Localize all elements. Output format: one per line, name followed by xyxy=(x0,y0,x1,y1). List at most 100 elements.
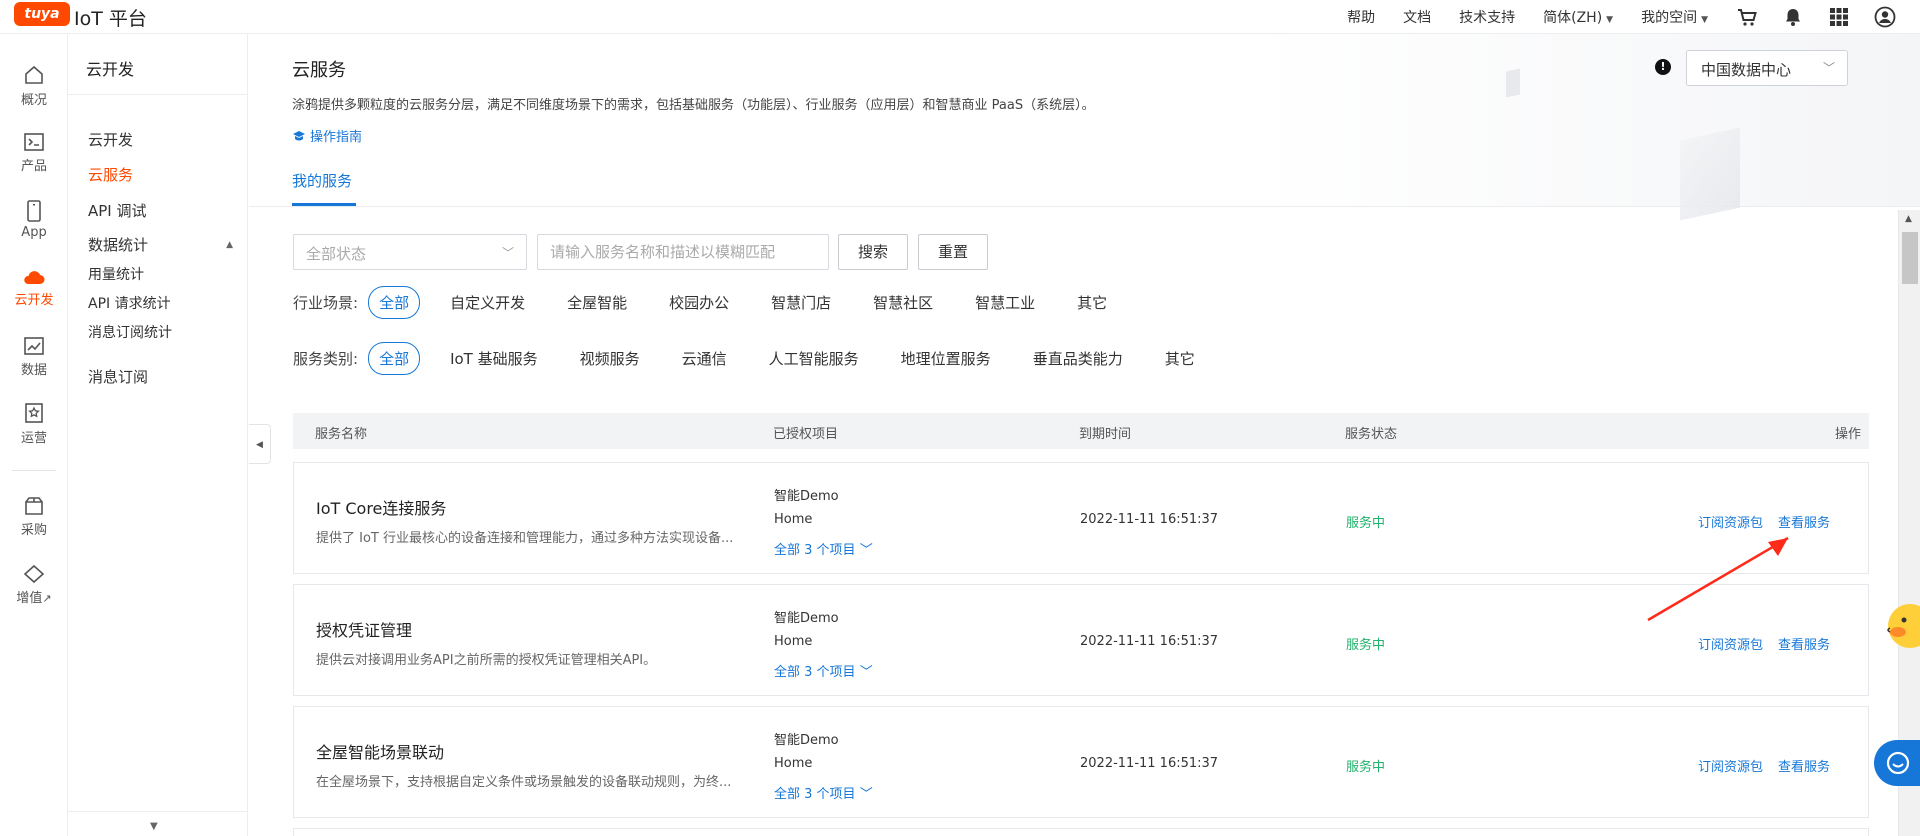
project-name: Home xyxy=(774,634,813,649)
sidebar-item-api-debug[interactable]: API 调试 xyxy=(88,200,147,221)
category-chip-all[interactable]: 全部 xyxy=(368,342,421,375)
sidebar-item-cloud-service[interactable]: 云服务 xyxy=(88,164,133,185)
chevron-down-icon: ﹀ xyxy=(859,543,873,558)
sidebar-group-data-stats[interactable]: 数据统计 xyxy=(88,234,148,255)
project-name: 智能Demo xyxy=(774,611,839,626)
apps-grid-icon[interactable] xyxy=(1828,6,1850,28)
rail-label: 产品 xyxy=(20,159,47,174)
status-badge: 服务中 xyxy=(1346,638,1386,653)
all-projects-toggle[interactable]: 全部 3 个项目 ﹀ xyxy=(774,539,873,558)
rail-item-product[interactable]: 产品 xyxy=(0,132,68,174)
scroll-up-arrow-icon[interactable]: ▲ xyxy=(1905,214,1912,224)
category-chip[interactable]: 视频服务 xyxy=(580,348,640,369)
expire-time: 2022-11-11 16:51:37 xyxy=(1080,756,1219,771)
service-description: 在全屋场景下，支持根据自定义条件或场景触发的设备联动规则，为终... xyxy=(316,775,732,790)
scene-chip[interactable]: 其它 xyxy=(1077,292,1107,313)
sidebar-divider xyxy=(68,94,248,95)
project-name: Home xyxy=(774,756,813,771)
subscribe-package-link[interactable]: 订阅资源包 xyxy=(1698,634,1763,653)
rail-item-data[interactable]: 数据 xyxy=(0,336,68,378)
category-chip[interactable]: 其它 xyxy=(1165,348,1195,369)
sidebar-item-usage-stats[interactable]: 用量统计 xyxy=(88,264,144,284)
top-nav: 帮助 文档 技术支持 简体(ZH) ▼ 我的空间 ▼ xyxy=(1347,0,1920,34)
view-service-link[interactable]: 查看服务 xyxy=(1778,634,1830,653)
mascot-duck-icon[interactable] xyxy=(1884,598,1920,652)
my-space-label: 我的空间 xyxy=(1641,10,1698,26)
service-description: 提供云对接调用业务API之前所需的授权凭证管理相关API。 xyxy=(316,653,657,668)
scene-chip[interactable]: 智慧社区 xyxy=(873,292,933,313)
status-badge: 服务中 xyxy=(1346,516,1386,531)
reset-button[interactable]: 重置 xyxy=(918,234,988,270)
diamond-icon xyxy=(23,564,45,584)
search-button[interactable]: 搜索 xyxy=(838,234,908,270)
nav-support[interactable]: 技术支持 xyxy=(1459,7,1515,27)
decor-shape xyxy=(1680,127,1740,221)
scene-chip[interactable]: 自定义开发 xyxy=(450,292,525,313)
rail-label: 运营 xyxy=(20,431,47,446)
column-header: 操作 xyxy=(1835,427,1862,442)
rail-item-cloud-dev[interactable]: 云开发 xyxy=(0,268,68,308)
sidebar-item-api-request-stats[interactable]: API 请求统计 xyxy=(88,293,171,313)
rail-item-app[interactable]: App xyxy=(0,200,68,240)
page-header: 云服务 涂鸦提供多颗粒度的云服务分层，满足不同维度场景下的需求，包括基础服务（功… xyxy=(249,34,1920,221)
service-name[interactable]: 授权凭证管理 xyxy=(316,617,412,641)
scene-chip[interactable]: 全屋智能 xyxy=(567,292,627,313)
chat-support-button[interactable] xyxy=(1874,740,1920,786)
all-projects-toggle[interactable]: 全部 3 个项目 ﹀ xyxy=(774,661,873,680)
sidebar-item-cloud-dev[interactable]: 云开发 xyxy=(88,129,133,150)
subscribe-package-link[interactable]: 订阅资源包 xyxy=(1698,756,1763,775)
all-projects-toggle[interactable]: 全部 3 个项目 ﹀ xyxy=(774,783,873,802)
column-header: 服务状态 xyxy=(1345,427,1398,442)
rail-item-overview[interactable]: 概况 xyxy=(0,64,68,108)
column-header: 已授权项目 xyxy=(773,427,839,442)
cart-icon[interactable] xyxy=(1736,6,1758,28)
category-chip[interactable]: 人工智能服务 xyxy=(769,348,859,369)
expire-time: 2022-11-11 16:51:37 xyxy=(1080,634,1219,649)
category-chip[interactable]: IoT 基础服务 xyxy=(450,348,538,369)
caret-up-icon[interactable]: ▲ xyxy=(226,240,233,250)
language-dropdown[interactable]: 简体(ZH) ▼ xyxy=(1543,7,1613,27)
bell-icon[interactable] xyxy=(1782,6,1804,28)
sidebar-item-message-sub-stats[interactable]: 消息订阅统计 xyxy=(88,322,172,342)
rail-item-purchase[interactable]: 采购 xyxy=(0,496,68,538)
service-name[interactable]: IoT Core连接服务 xyxy=(316,495,446,519)
status-select[interactable]: 全部状态 ﹀ xyxy=(293,234,527,270)
rail-item-value-added[interactable]: 增值↗ xyxy=(0,564,68,606)
search-input[interactable] xyxy=(537,234,829,270)
tab-my-services[interactable]: 我的服务 xyxy=(292,170,352,191)
category-chip[interactable]: 垂直品类能力 xyxy=(1033,348,1123,369)
badge-icon xyxy=(25,403,43,423)
status-select-placeholder: 全部状态 xyxy=(306,245,367,263)
info-icon[interactable]: ! xyxy=(1655,59,1671,75)
region-select[interactable]: 中国数据中心 ﹀ xyxy=(1686,50,1848,86)
my-space-dropdown[interactable]: 我的空间 ▼ xyxy=(1641,7,1708,27)
category-chip[interactable]: 云通信 xyxy=(682,348,727,369)
secondary-sidebar: 云开发 云开发 云服务 API 调试 数据统计 ▲ 用量统计 API 请求统计 … xyxy=(68,34,248,836)
home-icon xyxy=(25,65,43,84)
scrollbar-thumb[interactable] xyxy=(1902,232,1918,284)
platform-title[interactable]: IoT 平台 xyxy=(74,4,147,31)
main-content: 云服务 涂鸦提供多颗粒度的云服务分层，满足不同维度场景下的需求，包括基础服务（功… xyxy=(249,34,1920,836)
service-name[interactable]: 全屋智能场景联动 xyxy=(316,739,444,763)
nav-docs[interactable]: 文档 xyxy=(1403,7,1431,27)
top-header: tuya IoT 平台 帮助 文档 技术支持 简体(ZH) ▼ 我的空间 ▼ xyxy=(0,0,1920,34)
guide-link[interactable]: 操作指南 xyxy=(292,126,362,145)
table-row: 全屋智能场景联动 在全屋场景下，支持根据自定义条件或场景触发的设备联动规则，为终… xyxy=(293,706,1869,818)
scene-chip-all[interactable]: 全部 xyxy=(368,286,421,319)
scene-chip[interactable]: 校园办公 xyxy=(669,292,729,313)
scene-chip[interactable]: 智慧工业 xyxy=(975,292,1035,313)
rail-label: App xyxy=(21,225,47,240)
scene-chip[interactable]: 智慧门店 xyxy=(771,292,831,313)
category-chip[interactable]: 地理位置服务 xyxy=(901,348,991,369)
caret-down-icon[interactable]: ▼ xyxy=(150,821,158,832)
user-icon[interactable] xyxy=(1874,6,1896,28)
sidebar-item-message-sub[interactable]: 消息订阅 xyxy=(88,366,148,387)
external-link-icon: ↗ xyxy=(42,592,52,605)
table-row: IoT Core连接服务 提供了 IoT 行业最核心的设备连接和管理能力，通过多… xyxy=(293,462,1869,574)
view-service-link[interactable]: 查看服务 xyxy=(1778,756,1830,775)
tuya-logo[interactable]: tuya xyxy=(14,2,70,26)
nav-help[interactable]: 帮助 xyxy=(1347,7,1375,27)
rail-item-operations[interactable]: 运营 xyxy=(0,402,68,446)
decor-shape xyxy=(1506,68,1520,98)
expire-time: 2022-11-11 16:51:37 xyxy=(1080,512,1219,527)
